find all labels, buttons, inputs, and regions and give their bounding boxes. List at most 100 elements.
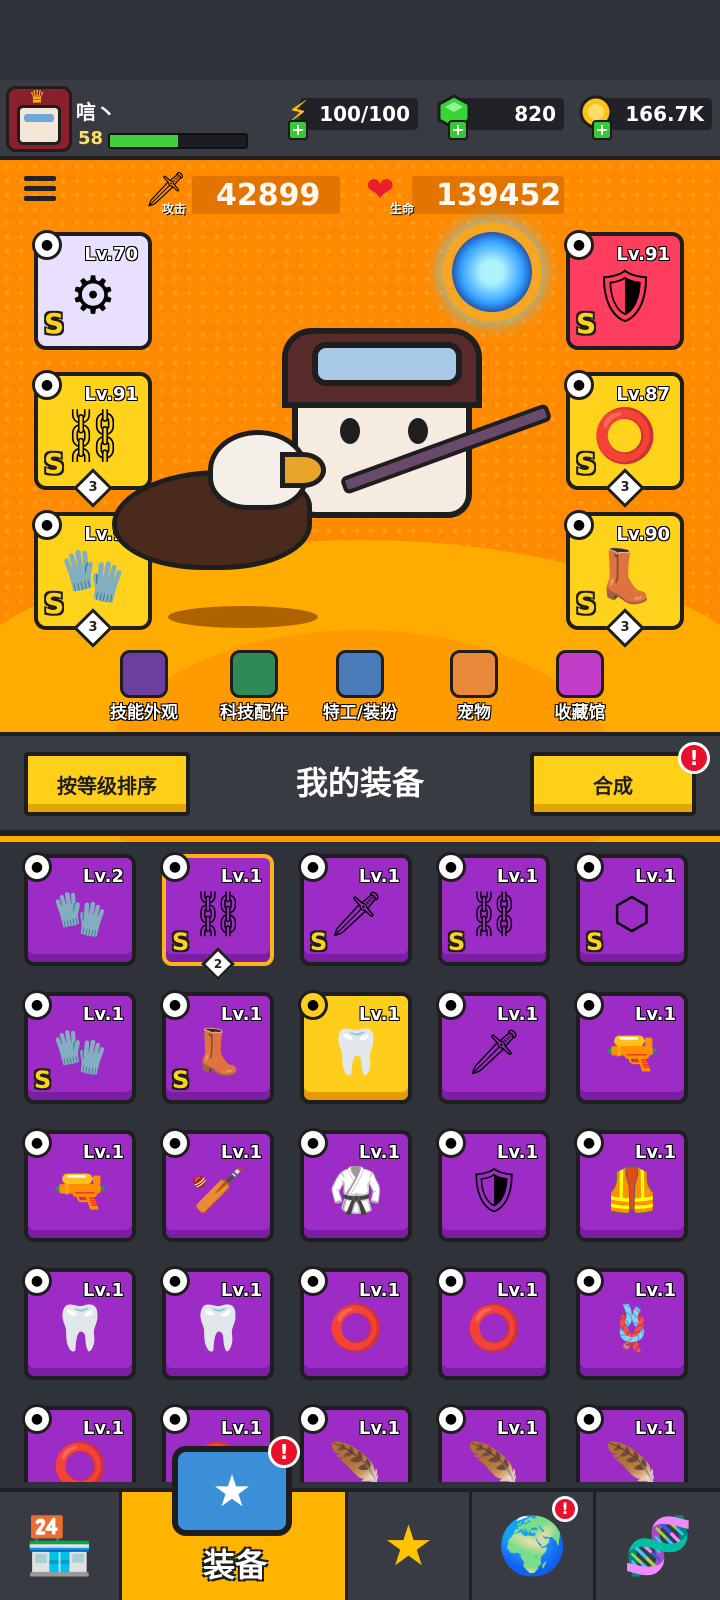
- inventory-item[interactable]: ●⭕Lv.1: [298, 1266, 412, 1380]
- item-level: Lv.1: [496, 1418, 538, 1439]
- armor-icon: 🛡: [591, 266, 659, 327]
- item-level: Lv.1: [634, 1142, 676, 1163]
- inventory-item[interactable]: ● 🧤 Lv.2: [22, 852, 136, 966]
- feature-tab-label: 宠物: [457, 703, 491, 723]
- item-grade: S: [448, 928, 466, 956]
- feature-tab-label: 特工/装扮: [322, 703, 398, 723]
- item-type-icon: ●: [22, 1128, 52, 1158]
- player-avatar[interactable]: ♛: [6, 86, 72, 152]
- menu-list-icon[interactable]: [24, 176, 56, 206]
- battle-nav-button[interactable]: ★: [348, 1492, 472, 1600]
- item-type-icon: ●: [436, 990, 466, 1020]
- chain-necklace-icon: ⛓: [190, 889, 246, 941]
- slot-grade: S: [576, 307, 597, 340]
- agent-outfit-icon: [336, 650, 384, 698]
- item-level: Lv.1: [634, 866, 676, 887]
- inventory-item[interactable]: ● 🛡 Lv.1: [436, 1128, 550, 1242]
- item-grade: S: [34, 1066, 52, 1094]
- inventory-item[interactable]: ● 🪶 Lv.1: [574, 1404, 688, 1482]
- equipped-slot-armor[interactable]: ● 🛡 Lv.91 S: [564, 230, 684, 350]
- stack-count: 3: [620, 480, 630, 495]
- slot-grade: S: [576, 447, 597, 480]
- inventory-item[interactable]: ● ⬡ Lv.1 S: [574, 852, 688, 966]
- feature-tab-0[interactable]: 技能外观: [96, 644, 192, 732]
- leaf-armor-icon: 🥋: [328, 1165, 384, 1217]
- feather-glove-icon: 🪶: [604, 1441, 660, 1482]
- hp-value: 139452: [412, 176, 564, 214]
- shop-nav-button[interactable]: 🏪: [0, 1492, 122, 1600]
- inventory-item[interactable]: ●⭕Lv.1: [22, 1404, 136, 1482]
- spiked-collar-icon: ⭕: [328, 1303, 384, 1355]
- katana-icon: 🗡: [466, 1027, 522, 1079]
- dna-capsule-icon: 🧬: [623, 1514, 693, 1579]
- dna-nav-button[interactable]: 🧬: [596, 1492, 720, 1600]
- attack-value: 42899: [192, 176, 340, 214]
- eagle-pet[interactable]: [112, 430, 352, 570]
- inventory-item[interactable]: ● ⛓ Lv.1 S 2: [160, 852, 274, 981]
- item-level: Lv.1: [82, 1142, 124, 1163]
- stack-count: 3: [620, 620, 630, 635]
- fang-necklace-icon: 🦷: [190, 1303, 246, 1355]
- metal-belt-icon: ⭕: [52, 1441, 108, 1482]
- equipped-slot-boots[interactable]: ● 👢 Lv.90 S 3: [564, 510, 684, 648]
- inventory-item[interactable]: ● 🦺 Lv.1: [574, 1128, 688, 1242]
- item-type-icon: ●: [298, 1128, 328, 1158]
- item-type-icon: ●: [22, 990, 52, 1020]
- player-level: 58: [78, 128, 104, 149]
- inventory-item[interactable]: ● 🗡 Lv.1: [436, 990, 550, 1104]
- slot-type-icon: ●: [564, 230, 594, 260]
- feather-glove-icon: 🪶: [466, 1441, 522, 1482]
- inventory-grid: ● 🧤 Lv.2 ● ⛓ Lv.1 S 2 ● 🗡 Lv.1 S ● ⛓ Lv.1 S ● ⬡ Lv.1 S ● 🧤 Lv.…: [0, 842, 720, 1482]
- item-level: Lv.1: [496, 1280, 538, 1301]
- inventory-item[interactable]: ● 🏏 Lv.1: [160, 1128, 274, 1242]
- sort-by-level-button[interactable]: 按等级排序: [24, 752, 190, 816]
- slot-level: Lv.90: [616, 524, 670, 545]
- item-level: Lv.2: [82, 866, 124, 887]
- slot-grade: S: [44, 307, 65, 340]
- merge-button[interactable]: 合成: [530, 752, 696, 816]
- inventory-item[interactable]: ● 🦷 Lv.1: [22, 1266, 136, 1380]
- add-coins-button[interactable]: +: [592, 120, 612, 140]
- item-level: Lv.1: [358, 866, 400, 887]
- item-grade: S: [172, 1066, 190, 1094]
- shop-icon: 🏪: [24, 1514, 95, 1579]
- feature-tabs: 技能外观 科技配件 特工/装扮 宠物 收藏馆: [96, 644, 620, 732]
- item-level: Lv.1: [496, 1004, 538, 1025]
- inventory-item[interactable]: ● 🪶 Lv.1: [436, 1404, 550, 1482]
- slot-grade: S: [44, 447, 65, 480]
- inventory-item[interactable]: ● 🔫 Lv.1: [574, 990, 688, 1104]
- inventory-item[interactable]: ●⭕Lv.1: [436, 1266, 550, 1380]
- slot-level: Lv.70: [84, 244, 138, 265]
- inventory-item[interactable]: ● 👢 Lv.1 S: [160, 990, 274, 1104]
- inventory-item[interactable]: ● 🧤 Lv.1 S: [22, 990, 136, 1104]
- feature-tab-4[interactable]: 收藏馆: [532, 644, 628, 732]
- inventory-item[interactable]: ● 🥋 Lv.1: [298, 1128, 412, 1242]
- equipped-slot-belt[interactable]: ● ⭕ Lv.87 S 3: [564, 370, 684, 508]
- add-energy-button[interactable]: +: [288, 120, 308, 140]
- inventory-item[interactable]: ● 🦷 Lv.1: [160, 1266, 274, 1380]
- feature-tab-label: 技能外观: [110, 703, 178, 723]
- equipment-nav-label: 装备: [202, 1546, 267, 1584]
- inventory-item[interactable]: ● 🗡 Lv.1 S: [298, 852, 412, 966]
- add-gems-button[interactable]: +: [448, 120, 468, 140]
- item-type-icon: ●: [298, 990, 328, 1020]
- item-level: Lv.1: [634, 1280, 676, 1301]
- item-level: Lv.1: [496, 1142, 538, 1163]
- slot-level: Lv.87: [616, 384, 670, 405]
- feature-tab-3[interactable]: 宠物: [426, 644, 522, 732]
- item-type-icon: ●: [298, 852, 328, 882]
- inventory-item[interactable]: ● 🦷 Lv.1: [298, 990, 412, 1104]
- item-level: Lv.1: [358, 1142, 400, 1163]
- feature-tab-2[interactable]: 特工/装扮: [312, 644, 408, 732]
- inventory-item[interactable]: ● 🪢 Lv.1: [574, 1266, 688, 1380]
- item-type-icon: ●: [298, 1266, 328, 1296]
- item-type-icon: ●: [574, 1266, 604, 1296]
- feature-tab-1[interactable]: 科技配件: [206, 644, 302, 732]
- item-type-icon: ●: [22, 852, 52, 882]
- inventory-item[interactable]: ● 🪶 Lv.1: [298, 1404, 412, 1482]
- inventory-item[interactable]: ● 🔫 Lv.1: [22, 1128, 136, 1242]
- equipped-slot-weapon[interactable]: ● ⚙ Lv.70 S: [32, 230, 152, 350]
- feather-glove-icon: 🪶: [328, 1441, 384, 1482]
- slot-level: Lv.91: [616, 244, 670, 265]
- inventory-item[interactable]: ● ⛓ Lv.1 S: [436, 852, 550, 966]
